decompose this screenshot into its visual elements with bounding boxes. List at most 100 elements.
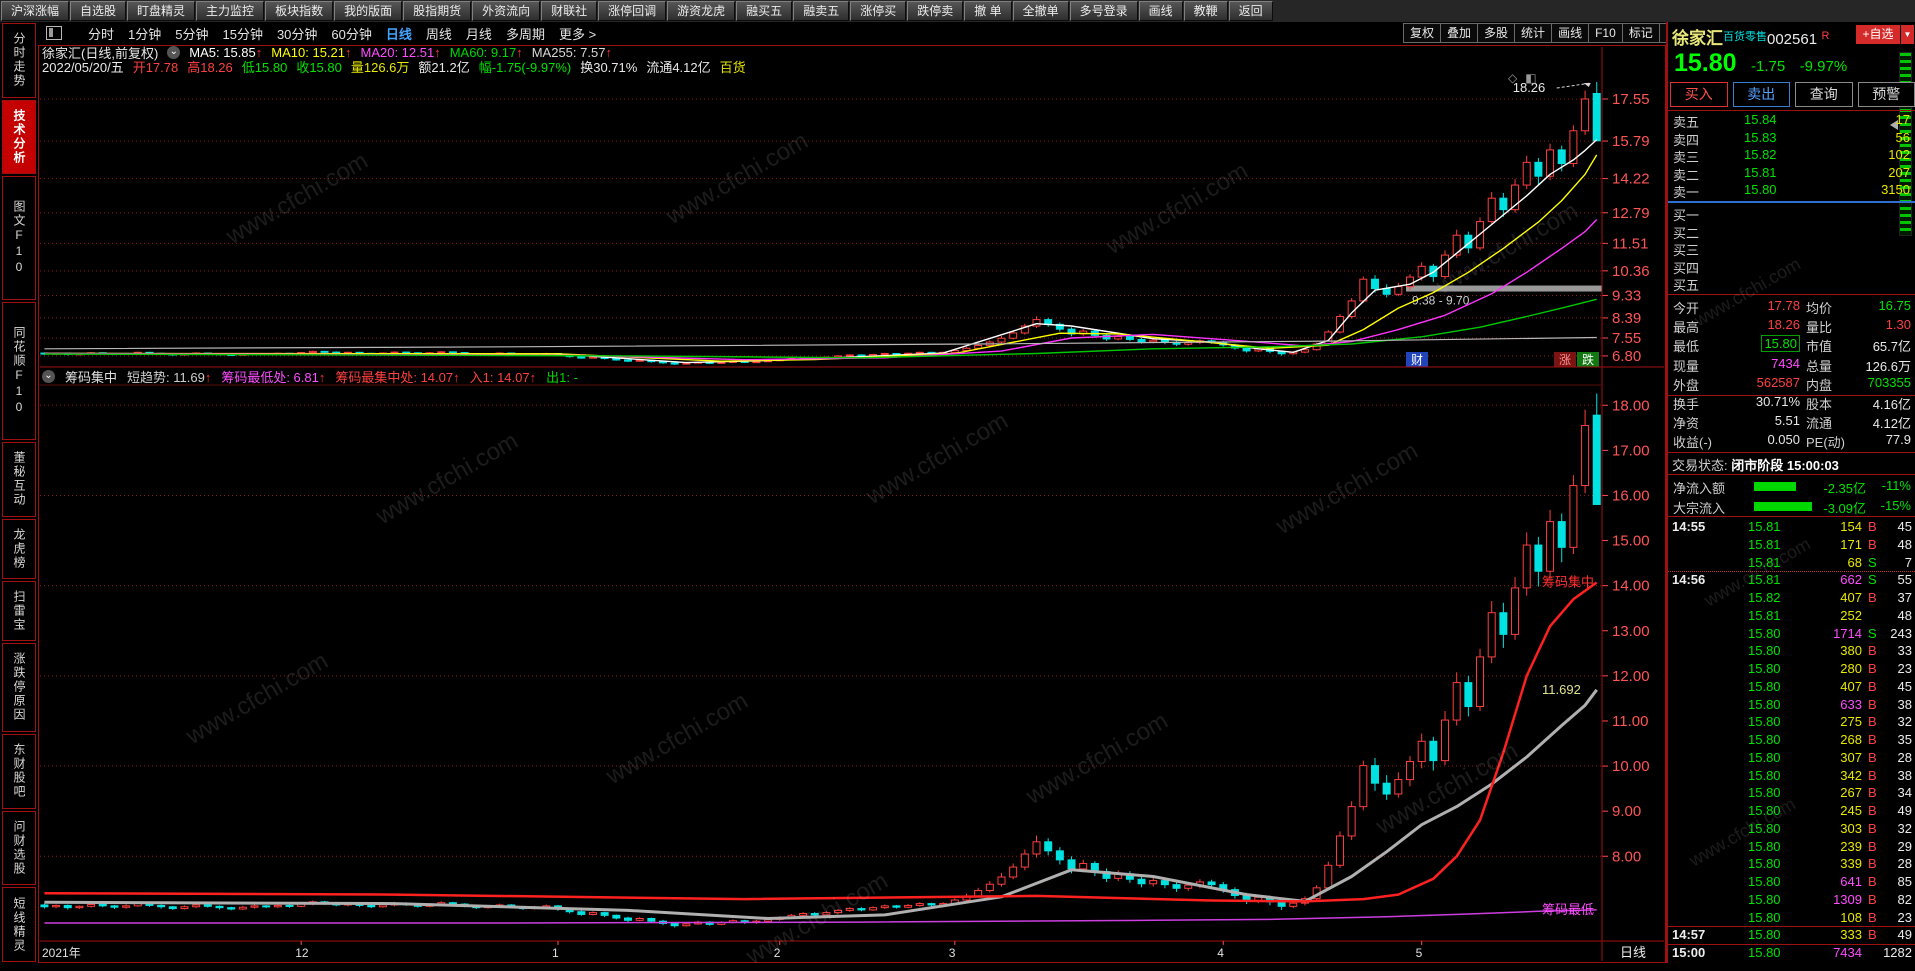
tx-price: 15.80: [1748, 643, 1794, 658]
menu-item-教鞭[interactable]: 教鞭: [1184, 1, 1228, 21]
svg-text:15.79: 15.79: [1612, 133, 1650, 150]
timeframe-tab-日线[interactable]: 日线: [386, 24, 412, 43]
menu-item-多号登录[interactable]: 多号登录: [1070, 1, 1138, 21]
trade-button-卖出[interactable]: 卖出: [1733, 82, 1791, 107]
sidebar-item-图文F10[interactable]: 图文F10: [2, 176, 36, 299]
sidebar-item-龙虎榜[interactable]: 龙虎榜: [2, 519, 36, 579]
sidebar-item-董秘互动[interactable]: 董秘互动: [2, 442, 36, 517]
stat-row-净资: 净资5.51流通4.12亿: [1668, 413, 1915, 432]
menu-item-自选股[interactable]: 自选股: [70, 1, 126, 21]
transaction-row: 15.80245B49: [1668, 803, 1915, 820]
menu-item-画线[interactable]: 画线: [1139, 1, 1183, 21]
separator: [1668, 474, 1915, 475]
book-row-ask[interactable]: 卖二15.81207: [1668, 165, 1915, 183]
sidebar-item-扫雷宝[interactable]: 扫雷宝: [2, 581, 36, 641]
svg-text:11.00: 11.00: [1612, 713, 1648, 730]
menu-item-我的版面[interactable]: 我的版面: [334, 1, 402, 21]
menu-item-外资流向[interactable]: 外资流向: [472, 1, 540, 21]
stat-label: 净资: [1673, 413, 1699, 432]
book-row-bid[interactable]: 买二: [1668, 223, 1915, 241]
sidebar-item-涨跌停原因[interactable]: 涨跌停原因: [2, 643, 36, 732]
sidebar-item-label: 同花顺F10: [12, 326, 26, 416]
tool-button-多股[interactable]: 多股: [1477, 23, 1515, 43]
ohlc-field: 收15.80: [296, 57, 342, 76]
menu-item-沪深涨幅[interactable]: 沪深涨幅: [1, 1, 69, 21]
sidebar-item-label: 短线精灵: [12, 897, 26, 953]
tx-volume: 407: [1790, 590, 1862, 605]
candlestick-chart-svg[interactable]: 17.5515.7914.2212.7911.5110.369.338.397.…: [38, 45, 1666, 963]
book-row-ask[interactable]: 卖五15.8417: [1668, 112, 1915, 130]
price-change: -1.75: [1751, 58, 1785, 75]
svg-text:6.80: 6.80: [1612, 348, 1641, 365]
menu-item-跌停卖[interactable]: 跌停卖: [907, 1, 963, 21]
menu-item-板块指数[interactable]: 板块指数: [265, 1, 333, 21]
svg-text:9.38 - 9.70: 9.38 - 9.70: [1412, 294, 1470, 308]
menu-item-融卖五[interactable]: 融卖五: [793, 1, 849, 21]
tx-count: 55: [1878, 572, 1912, 587]
timeframe-tab-周线[interactable]: 周线: [426, 24, 452, 43]
stat-value: 0.050: [1726, 432, 1800, 447]
tool-button-画线[interactable]: 画线: [1551, 23, 1589, 43]
tx-price: 15.80: [1748, 803, 1794, 818]
tool-button-F10[interactable]: F10: [1588, 23, 1623, 43]
tx-price: 15.80: [1748, 679, 1794, 694]
book-row-ask[interactable]: 卖四15.8356: [1668, 130, 1915, 148]
menu-item-返回[interactable]: 返回: [1229, 1, 1273, 21]
timeframe-tab-多周期[interactable]: 多周期: [506, 24, 545, 43]
menu-item-主力监控[interactable]: 主力监控: [196, 1, 264, 21]
watchlist-caret-icon[interactable]: ▼: [1901, 25, 1914, 44]
tool-button-统计[interactable]: 统计: [1514, 23, 1552, 43]
tx-volume: 633: [1790, 697, 1862, 712]
timeframe-tab-5分钟[interactable]: 5分钟: [175, 24, 208, 43]
tool-button-标记[interactable]: 标记: [1622, 23, 1660, 43]
book-row-bid[interactable]: 买三: [1668, 240, 1915, 258]
menu-item-股指期货[interactable]: 股指期货: [403, 1, 471, 21]
menu-item-撤 单[interactable]: 撤 单: [964, 1, 1011, 21]
timeframe-tab-1分钟[interactable]: 1分钟: [128, 24, 161, 43]
svg-text:5: 5: [1416, 946, 1423, 960]
menu-item-融买五[interactable]: 融买五: [736, 1, 792, 21]
tool-button-叠加[interactable]: 叠加: [1440, 23, 1478, 43]
transaction-row: 15.80267B34: [1668, 785, 1915, 802]
book-row-ask[interactable]: 卖三15.82102: [1668, 147, 1915, 165]
layout-toggle-icon[interactable]: [46, 26, 62, 40]
sidebar-item-东财股吧[interactable]: 东财股吧: [2, 734, 36, 809]
timeframe-tab-更多 >[interactable]: 更多 >: [559, 24, 596, 43]
sidebar-item-短线精灵[interactable]: 短线精灵: [2, 887, 36, 962]
timeframe-tab-30分钟[interactable]: 30分钟: [277, 24, 317, 43]
timeframe-tab-月线[interactable]: 月线: [466, 24, 492, 43]
trade-button-预警[interactable]: 预警: [1858, 82, 1915, 107]
timeframe-tab-60分钟[interactable]: 60分钟: [331, 24, 371, 43]
menu-item-财联社[interactable]: 财联社: [541, 1, 597, 21]
trade-button-买入[interactable]: 买入: [1670, 82, 1728, 107]
tool-button-复权[interactable]: 复权: [1403, 23, 1441, 43]
margin-flag: R: [1822, 30, 1830, 42]
menu-item-游资龙虎[interactable]: 游资龙虎: [667, 1, 735, 21]
book-price: 15.82: [1744, 147, 1800, 162]
add-watchlist-button[interactable]: +自选: [1856, 25, 1900, 44]
book-row-ask[interactable]: 卖一15.803150: [1668, 182, 1915, 200]
timeframe-tab-15分钟[interactable]: 15分钟: [222, 24, 262, 43]
menu-item-盯盘精灵[interactable]: 盯盘精灵: [127, 1, 195, 21]
transaction-row: 15.80339B28: [1668, 856, 1915, 873]
sidebar-item-问财选股[interactable]: 问财选股: [2, 811, 36, 886]
book-row-bid[interactable]: 买四: [1668, 258, 1915, 276]
book-row-bid[interactable]: 买五: [1668, 275, 1915, 293]
timeframe-tab-分时[interactable]: 分时: [88, 24, 114, 43]
book-qty: 102: [1818, 147, 1910, 162]
svg-text:11.692: 11.692: [1542, 682, 1581, 697]
stat-value: 126.6万: [1836, 356, 1911, 375]
sidebar-item-同花顺F10[interactable]: 同花顺F10: [2, 302, 36, 440]
sidebar-item-分时走势[interactable]: 分时走势: [2, 23, 36, 98]
svg-text:10.36: 10.36: [1612, 263, 1650, 280]
book-row-bid[interactable]: 买一: [1668, 205, 1915, 223]
sidebar-item-技术分析[interactable]: 技术分析: [2, 100, 36, 175]
pane-control-icons[interactable]: ◇◧: [1508, 71, 1545, 85]
menu-item-涨停回调[interactable]: 涨停回调: [598, 1, 666, 21]
svg-text:7.55: 7.55: [1612, 330, 1641, 347]
tx-count: 28: [1878, 856, 1912, 871]
menu-item-全撤单[interactable]: 全撤单: [1013, 1, 1069, 21]
book-price: 15.83: [1744, 130, 1800, 145]
trade-button-查询[interactable]: 查询: [1795, 82, 1853, 107]
menu-item-涨停买[interactable]: 涨停买: [850, 1, 906, 21]
